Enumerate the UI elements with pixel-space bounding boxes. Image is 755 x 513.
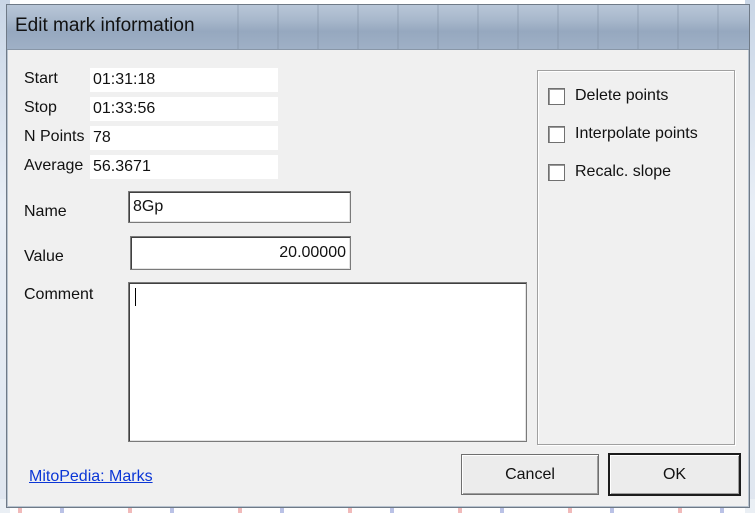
npoints-label: N Points	[24, 128, 85, 145]
start-label: Start	[24, 70, 58, 87]
text-caret	[135, 288, 136, 306]
name-label: Name	[24, 203, 67, 220]
npoints-value: 78	[90, 126, 278, 150]
comment-textarea[interactable]	[128, 282, 527, 442]
average-value: 56.3671	[90, 155, 278, 179]
start-value: 01:31:18	[90, 68, 278, 92]
cancel-button[interactable]: Cancel	[461, 454, 599, 495]
recalc-slope-checkbox[interactable]: Recalc. slope	[548, 163, 671, 181]
dialog-client-area: Start 01:31:18 Stop 01:33:56 N Points 78…	[14, 50, 742, 501]
recalc-slope-checkbox-box[interactable]	[548, 163, 565, 181]
delete-points-label[interactable]: Delete points	[575, 87, 668, 105]
options-panel: Delete points Interpolate points Recalc.…	[537, 70, 735, 445]
dialog-titlebar[interactable]: Edit mark information	[7, 5, 749, 50]
ok-button[interactable]: OK	[608, 453, 741, 496]
value-label: Value	[24, 248, 64, 265]
stop-value: 01:33:56	[90, 97, 278, 121]
delete-points-checkbox[interactable]: Delete points	[548, 87, 668, 105]
dialog-title: Edit mark information	[15, 15, 195, 36]
value-input[interactable]	[130, 236, 351, 270]
delete-points-checkbox-box[interactable]	[548, 87, 565, 105]
interpolate-points-checkbox-box[interactable]	[548, 125, 565, 143]
interpolate-points-label[interactable]: Interpolate points	[575, 125, 698, 143]
mitopedia-marks-link[interactable]: MitoPedia: Marks	[29, 468, 153, 486]
stop-label: Stop	[24, 99, 57, 116]
interpolate-points-checkbox[interactable]: Interpolate points	[548, 125, 698, 143]
comment-label: Comment	[24, 286, 94, 303]
edit-mark-dialog: Edit mark information Start 01:31:18 Sto…	[6, 4, 750, 508]
recalc-slope-label[interactable]: Recalc. slope	[575, 163, 671, 181]
name-input[interactable]	[128, 191, 351, 223]
average-label: Average	[24, 157, 84, 174]
